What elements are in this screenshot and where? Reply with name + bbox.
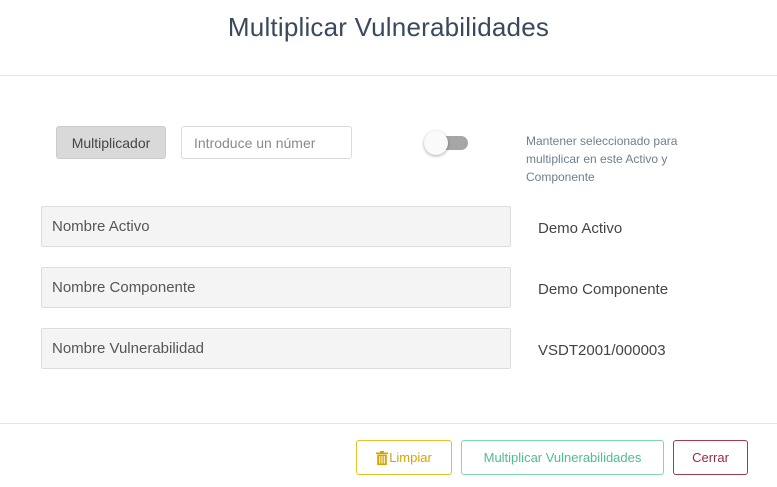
- vulnerability-name-value: VSDT2001/000003: [538, 342, 666, 359]
- trash-icon: [376, 450, 389, 465]
- clear-button-label: Limpiar: [389, 450, 432, 465]
- multiplier-input[interactable]: [181, 126, 352, 159]
- clear-button[interactable]: Limpiar: [356, 440, 452, 475]
- vulnerability-name-label: Nombre Vulnerabilidad: [41, 328, 511, 369]
- modal-title: Multiplicar Vulnerabilidades: [227, 12, 550, 42]
- component-name-label: Nombre Componente: [41, 267, 511, 308]
- multiply-vulnerabilities-button[interactable]: Multiplicar Vulnerabilidades: [461, 440, 664, 475]
- asset-name-label: Nombre Activo: [41, 206, 511, 247]
- close-button[interactable]: Cerrar: [673, 440, 748, 475]
- component-name-value: Demo Componente: [538, 281, 669, 298]
- modal-header: Multiplicar Vulnerabilidades: [0, 0, 777, 76]
- multiplier-label: Multiplicador: [56, 126, 166, 159]
- asset-name-value: Demo Activo: [538, 220, 623, 237]
- keep-selected-toggle[interactable]: [424, 131, 470, 155]
- toggle-description: Mantener seleccionado para multiplicar e…: [526, 134, 678, 184]
- toggle-knob: [424, 131, 448, 155]
- footer-divider: [0, 423, 777, 424]
